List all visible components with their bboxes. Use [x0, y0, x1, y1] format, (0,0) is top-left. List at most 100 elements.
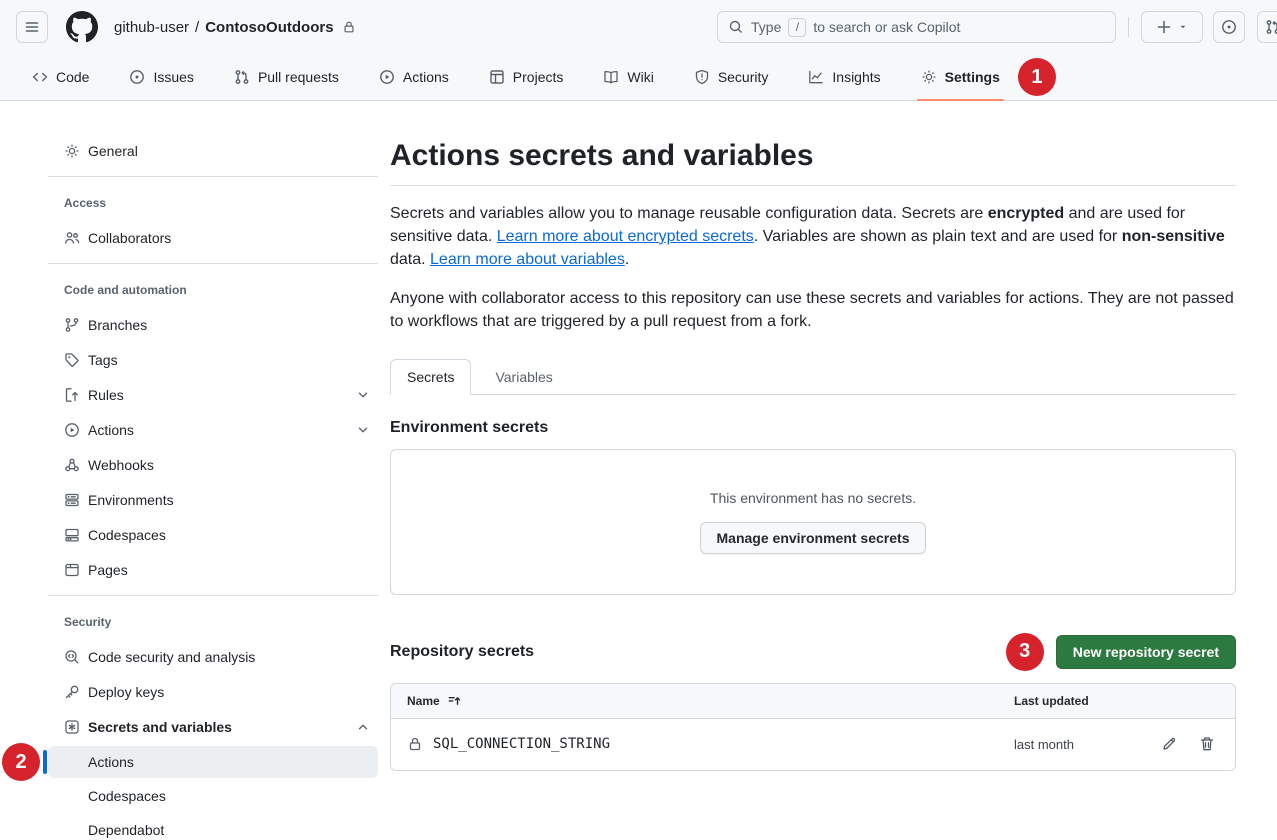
search-icon [728, 19, 744, 35]
play-circle-icon [64, 422, 80, 438]
people-icon [64, 230, 80, 246]
sidebar-item-collaborators[interactable]: Collaborators [48, 220, 378, 255]
sidebar-item-label: Secrets and variables [88, 719, 348, 735]
secret-last-updated: last month [1014, 737, 1074, 752]
sidebar-item-rules[interactable]: Rules [48, 377, 378, 412]
tab-pull-requests[interactable]: Pull requests [224, 54, 349, 100]
pull-requests-dashboard-button[interactable] [1257, 11, 1277, 43]
book-icon [603, 69, 619, 85]
webhook-icon [64, 457, 80, 473]
tab-projects[interactable]: Projects [479, 54, 574, 100]
codescan-icon [64, 649, 80, 665]
sidebar-item-tags[interactable]: Tags [48, 342, 378, 377]
key-icon [64, 684, 80, 700]
private-repo-lock-icon [342, 20, 356, 34]
hamburger-menu-button[interactable] [16, 11, 48, 43]
repo-name-link[interactable]: ContosoOutdoors [205, 19, 333, 36]
secret-row-actions [1161, 736, 1219, 752]
new-repository-secret-button[interactable]: New repository secret [1056, 635, 1236, 669]
sidebar-item-label: Pages [88, 562, 128, 578]
intro-text: . [625, 251, 629, 268]
intro-text: data. [390, 251, 430, 268]
tab-secrets[interactable]: Secrets [390, 359, 471, 395]
git-pull-request-icon [1265, 19, 1277, 35]
graph-icon [808, 69, 824, 85]
tab-actions[interactable]: Actions [369, 54, 459, 100]
github-logo-icon[interactable] [66, 11, 98, 43]
repo-owner-link[interactable]: github-user [114, 19, 189, 36]
sidebar-item-environments[interactable]: Environments [48, 482, 378, 517]
intro-text: Secrets and variables allow you to manag… [390, 205, 988, 222]
tab-issues[interactable]: Issues [119, 54, 203, 100]
pencil-icon [1161, 736, 1177, 752]
sidebar-section-security: Security [48, 604, 378, 639]
active-item-indicator [43, 750, 47, 774]
git-pull-request-icon [234, 69, 250, 85]
intro-bold-non-sensitive: non-sensitive [1122, 228, 1225, 245]
secret-name-cell: SQL_CONNECTION_STRING [407, 736, 1014, 752]
sidebar-item-label: Environments [88, 492, 174, 508]
rules-icon [64, 387, 80, 403]
annotation-step-1: 1 [1018, 58, 1056, 96]
codespaces-icon [64, 527, 80, 543]
tab-variables[interactable]: Variables [479, 360, 568, 394]
sidebar-item-codespaces[interactable]: Codespaces [48, 517, 378, 552]
secret-row-meta: last month [1014, 736, 1219, 752]
issue-opened-icon [1221, 19, 1237, 35]
chevron-down-icon [356, 423, 370, 437]
issues-dashboard-button[interactable] [1213, 11, 1245, 43]
sidebar-item-label: Webhooks [88, 457, 154, 473]
sidebar-subitem-actions[interactable]: 2 Actions [48, 746, 378, 778]
sidebar-item-code-security[interactable]: Code security and analysis [48, 639, 378, 674]
manage-environment-secrets-button[interactable]: Manage environment secrets [700, 522, 927, 554]
header-divider [1128, 17, 1129, 37]
tab-label: Actions [403, 69, 449, 85]
tab-security[interactable]: Security [684, 54, 779, 100]
sidebar-item-deploy-keys[interactable]: Deploy keys [48, 674, 378, 709]
search-placeholder-after: to search or ask Copilot [813, 19, 960, 35]
tab-settings[interactable]: Settings 1 [911, 54, 1010, 100]
edit-secret-button[interactable] [1161, 736, 1177, 752]
trash-icon [1199, 736, 1215, 752]
repo-nav-tabs: Code Issues Pull requests Actions Projec… [0, 54, 1277, 101]
create-new-button[interactable] [1141, 11, 1203, 43]
sidebar-section-access: Access [48, 185, 378, 220]
sidebar-subitem-label: Actions [88, 754, 134, 770]
intro-paragraph-1: Secrets and variables allow you to manag… [390, 202, 1236, 271]
breadcrumb-separator: / [195, 19, 199, 36]
column-header-name[interactable]: Name [407, 693, 1014, 708]
column-header-last-updated: Last updated [1014, 694, 1219, 708]
sidebar-item-general[interactable]: General [48, 133, 378, 168]
sidebar-subitem-dependabot[interactable]: Dependabot [48, 814, 378, 840]
tab-insights[interactable]: Insights [798, 54, 890, 100]
tab-label: Code [56, 69, 89, 85]
sidebar-subitem-codespaces[interactable]: Codespaces [48, 780, 378, 812]
tab-label: Security [718, 69, 769, 85]
hamburger-icon [24, 19, 40, 35]
page-title: Actions secrets and variables [390, 137, 1236, 186]
global-search-input[interactable]: Type / to search or ask Copilot [717, 11, 1116, 43]
gear-icon [921, 69, 937, 85]
intro-text: . Variables are shown as plain text and … [754, 228, 1122, 245]
encrypted-secrets-link[interactable]: Learn more about encrypted secrets [497, 228, 754, 245]
git-branch-icon [64, 317, 80, 333]
delete-secret-button[interactable] [1199, 736, 1215, 752]
repository-secrets-header: Repository secrets 3 New repository secr… [390, 633, 1236, 671]
tab-code[interactable]: Code [22, 54, 99, 100]
variables-link[interactable]: Learn more about variables [430, 251, 625, 268]
sidebar-item-label: Actions [88, 422, 348, 438]
tab-wiki[interactable]: Wiki [593, 54, 663, 100]
sidebar-item-label: Tags [88, 352, 118, 368]
lock-icon [407, 736, 423, 752]
sidebar-item-pages[interactable]: Pages [48, 552, 378, 587]
intro-paragraph-2: Anyone with collaborator access to this … [390, 287, 1236, 333]
sidebar-item-actions[interactable]: Actions [48, 412, 378, 447]
sidebar-item-webhooks[interactable]: Webhooks [48, 447, 378, 482]
repository-secrets-table: Name Last updated SQL_CONNECTION_STRING … [390, 683, 1236, 771]
play-circle-icon [379, 69, 395, 85]
tab-label: Insights [832, 69, 880, 85]
sidebar-item-branches[interactable]: Branches [48, 307, 378, 342]
tab-label: Pull requests [258, 69, 339, 85]
asterisk-box-icon [64, 719, 80, 735]
sidebar-item-secrets-and-variables[interactable]: Secrets and variables [48, 709, 378, 744]
